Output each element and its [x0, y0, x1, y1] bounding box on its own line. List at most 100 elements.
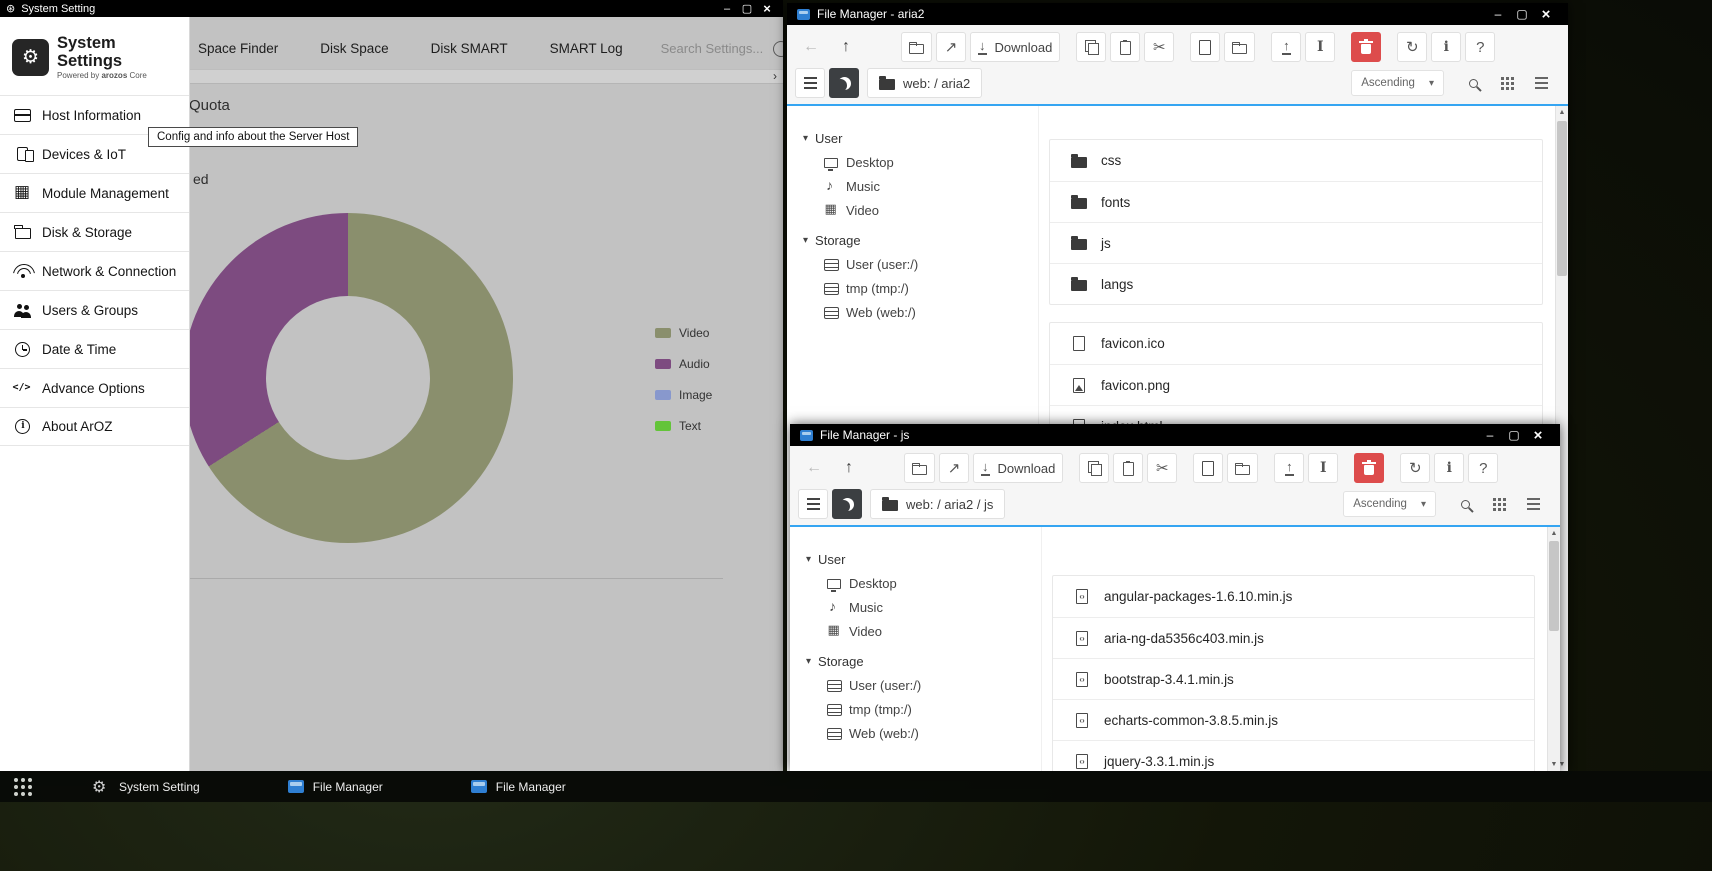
close-button[interactable]: ×	[1534, 6, 1558, 23]
settings-tab[interactable]: Disk Space	[320, 41, 388, 56]
list-view-button[interactable]	[1526, 68, 1556, 98]
open-in-new-button[interactable]: ↗	[936, 32, 966, 62]
maximize-button[interactable]: ▢	[1510, 7, 1534, 21]
file-manager-titlebar[interactable]: File Manager - js – ▢ ×	[790, 424, 1560, 446]
tree-item[interactable]: Desktop	[821, 571, 1033, 595]
list-view-button[interactable]	[1518, 489, 1548, 519]
file-row[interactable]: echarts-common-3.8.5.min.js	[1053, 699, 1534, 740]
new-folder-button[interactable]	[1227, 453, 1258, 483]
grid-view-button[interactable]	[1492, 68, 1522, 98]
sidebar-menu-item[interactable]: About ArOZ	[0, 407, 189, 446]
tree-item[interactable]: Video	[818, 198, 1030, 222]
open-folder-button[interactable]	[904, 453, 935, 483]
tree-item[interactable]: Web (web:/)	[818, 300, 1030, 324]
scrollbar-thumb[interactable]	[1557, 121, 1567, 276]
minimize-button[interactable]: –	[1478, 428, 1502, 442]
tree-item[interactable]: Web (web:/)	[821, 721, 1033, 745]
refresh-button[interactable]: ↻	[1400, 453, 1430, 483]
file-row[interactable]: js	[1050, 222, 1542, 263]
rename-button[interactable]: I	[1305, 32, 1335, 62]
tree-item[interactable]: User (user:/)	[821, 673, 1033, 697]
copy-button[interactable]	[1076, 32, 1106, 62]
file-row[interactable]: favicon.ico	[1050, 323, 1542, 364]
file-row[interactable]: favicon.png	[1050, 364, 1542, 405]
copy-button[interactable]	[1079, 453, 1109, 483]
up-button[interactable]: ↑	[831, 32, 861, 62]
file-row[interactable]: aria-ng-da5356c403.min.js	[1053, 617, 1534, 658]
refresh-button[interactable]: ↻	[1397, 32, 1427, 62]
sidebar-menu-item[interactable]: Module Management	[0, 173, 189, 212]
search-icon[interactable]	[773, 41, 783, 57]
tree-item[interactable]: tmp (tmp:/)	[818, 276, 1030, 300]
new-file-button[interactable]	[1193, 453, 1223, 483]
rename-button[interactable]: I	[1308, 453, 1338, 483]
tree-item[interactable]: Music	[821, 595, 1033, 619]
apps-grid-button[interactable]	[8, 775, 38, 799]
tree-item[interactable]: Desktop	[818, 150, 1030, 174]
file-row[interactable]: angular-packages-1.6.10.min.js	[1053, 576, 1534, 617]
download-button[interactable]: ↓Download	[970, 32, 1060, 62]
legend-item[interactable]: Audio	[655, 357, 712, 371]
info-button[interactable]: i	[1434, 453, 1464, 483]
scroll-right-button[interactable]: ›	[767, 70, 783, 83]
help-button[interactable]: ?	[1465, 32, 1495, 62]
sidebar-menu-item[interactable]: Users & Groups	[0, 290, 189, 329]
sidebar-menu-item[interactable]: Disk & Storage	[0, 212, 189, 251]
delete-button[interactable]	[1354, 453, 1384, 483]
tree-item[interactable]: tmp (tmp:/)	[821, 697, 1033, 721]
scroll-up-icon[interactable]: ▲	[1556, 106, 1568, 119]
settings-search-input[interactable]	[661, 41, 783, 56]
settings-tab[interactable]: Space Finder	[198, 41, 278, 56]
minimize-button[interactable]: –	[1486, 7, 1510, 21]
upload-button[interactable]: ↑	[1271, 32, 1301, 62]
tree-group-user[interactable]: ▾ User	[803, 126, 1030, 150]
system-setting-titlebar[interactable]: ⊛ System Setting – ▢ ×	[0, 0, 783, 17]
settings-tab[interactable]: Disk SMART	[431, 41, 508, 56]
back-button[interactable]: ←	[795, 32, 827, 62]
scroll-up-icon[interactable]: ▲	[1548, 527, 1560, 540]
scroll-down-icon[interactable]: ▼	[1548, 758, 1560, 771]
legend-item[interactable]: Video	[655, 326, 712, 340]
menu-button[interactable]	[798, 489, 828, 519]
file-row[interactable]: fonts	[1050, 181, 1542, 222]
file-row[interactable]: bootstrap-3.4.1.min.js	[1053, 658, 1534, 699]
legend-item[interactable]: Text	[655, 419, 712, 433]
settings-tab[interactable]: SMART Log	[550, 41, 623, 56]
tree-item[interactable]: User (user:/)	[818, 252, 1030, 276]
new-folder-button[interactable]	[1224, 32, 1255, 62]
file-row[interactable]: langs	[1050, 263, 1542, 304]
open-folder-button[interactable]	[901, 32, 932, 62]
theme-toggle-button[interactable]	[832, 489, 862, 519]
back-button[interactable]: ←	[798, 453, 830, 483]
sort-dropdown[interactable]: Ascending ▾	[1343, 491, 1436, 517]
search-button[interactable]	[1458, 68, 1488, 98]
new-file-button[interactable]	[1190, 32, 1220, 62]
up-button[interactable]: ↑	[834, 453, 864, 483]
taskbar-item[interactable]: File Manager	[288, 780, 383, 794]
breadcrumb[interactable]: web: / aria2 / js	[870, 489, 1005, 519]
delete-button[interactable]	[1351, 32, 1381, 62]
upload-button[interactable]: ↑	[1274, 453, 1304, 483]
maximize-button[interactable]: ▢	[1502, 428, 1526, 442]
menu-button[interactable]	[795, 68, 825, 98]
close-button[interactable]: ×	[1526, 427, 1550, 444]
info-button[interactable]: i	[1431, 32, 1461, 62]
paste-button[interactable]	[1113, 453, 1143, 483]
tree-item[interactable]: Video	[821, 619, 1033, 643]
close-button[interactable]: ×	[757, 1, 777, 16]
tree-item[interactable]: Music	[818, 174, 1030, 198]
theme-toggle-button[interactable]	[829, 68, 859, 98]
grid-view-button[interactable]	[1484, 489, 1514, 519]
paste-button[interactable]	[1110, 32, 1140, 62]
download-button[interactable]: ↓Download	[973, 453, 1063, 483]
cut-button[interactable]: ✂	[1144, 32, 1174, 62]
file-manager-titlebar[interactable]: File Manager - aria2 – ▢ ×	[787, 3, 1568, 25]
open-in-new-button[interactable]: ↗	[939, 453, 969, 483]
tree-group-storage[interactable]: ▾ Storage	[806, 649, 1033, 673]
help-button[interactable]: ?	[1468, 453, 1498, 483]
file-row[interactable]: jquery-3.3.1.min.js	[1053, 740, 1534, 771]
taskbar-item[interactable]: System Setting	[92, 778, 200, 796]
sidebar-menu-item[interactable]: Date & Time	[0, 329, 189, 368]
taskbar-item[interactable]: File Manager	[471, 780, 566, 794]
file-row[interactable]: css	[1050, 140, 1542, 181]
